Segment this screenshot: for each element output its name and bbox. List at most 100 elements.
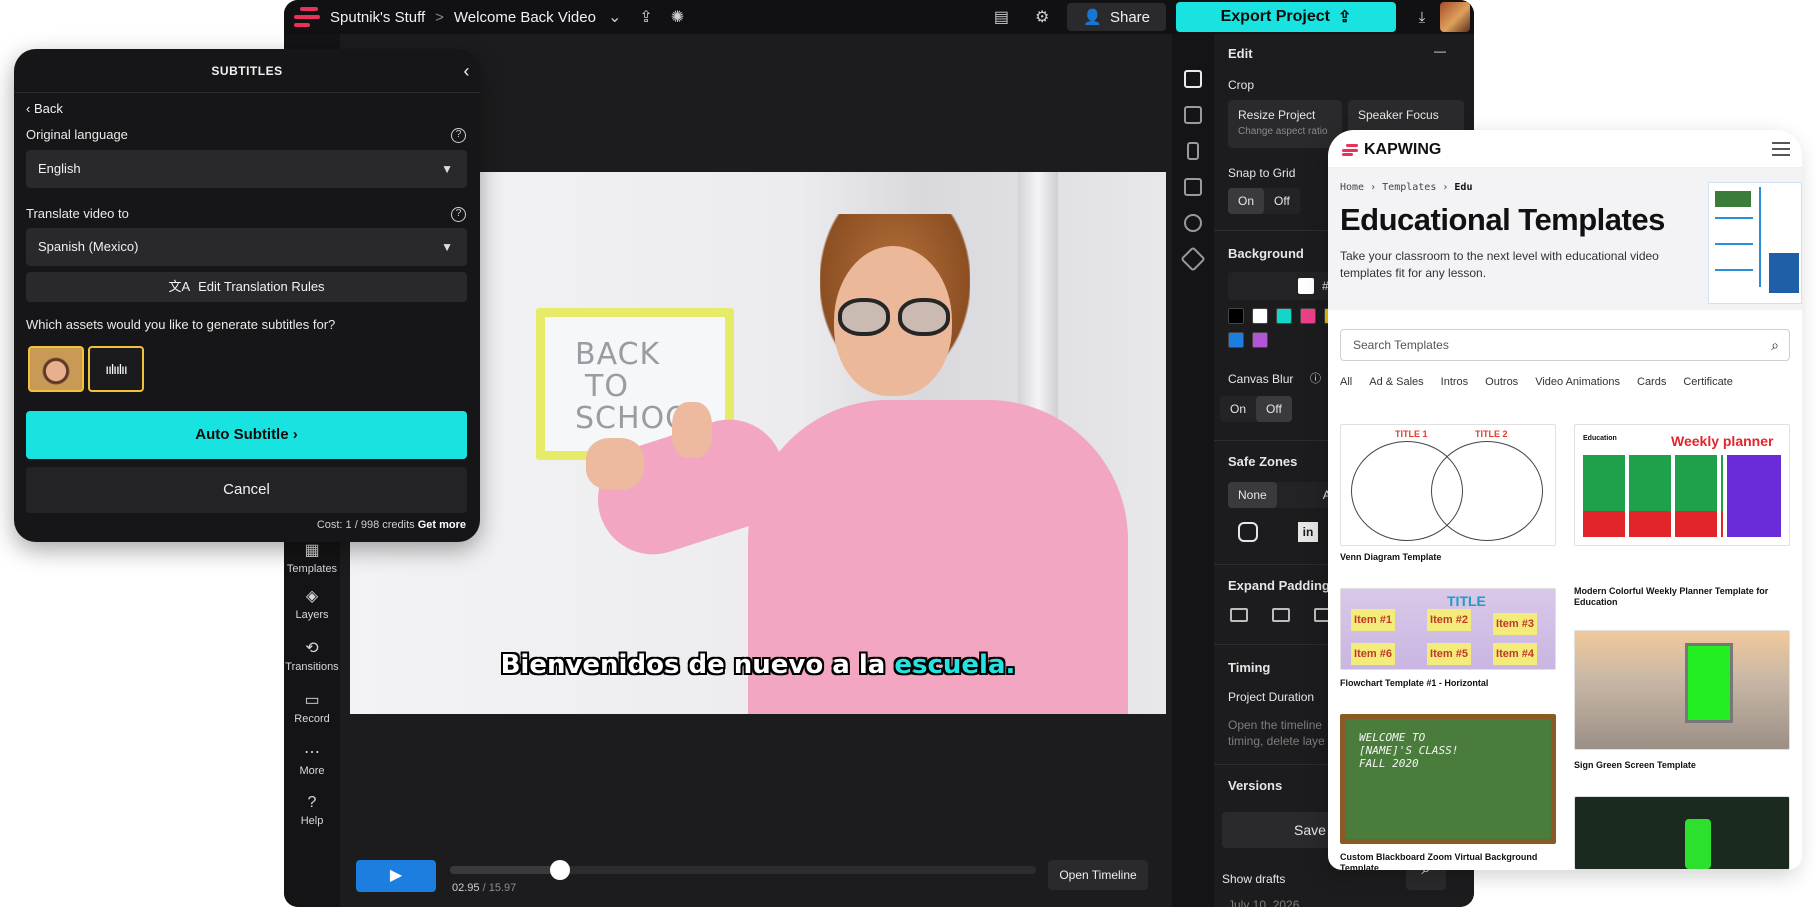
- asset-video-thumbnail[interactable]: [28, 346, 84, 392]
- template-card-green-screen-sign[interactable]: [1574, 630, 1790, 750]
- collapse-icon[interactable]: —: [1434, 44, 1446, 58]
- sidebar-item-help[interactable]: ? Help: [284, 794, 340, 827]
- export-project-button[interactable]: Export Project ⇪: [1176, 2, 1396, 32]
- chip-cards[interactable]: Cards: [1637, 376, 1666, 388]
- resize-project-button[interactable]: Resize Project Change aspect ratio: [1228, 100, 1342, 148]
- kapwing-logo-icon[interactable]: [294, 7, 320, 27]
- cancel-button[interactable]: Cancel: [26, 467, 467, 513]
- gear-icon[interactable]: ⚙: [1035, 7, 1049, 27]
- chip-certificate[interactable]: Certificate: [1683, 376, 1733, 388]
- show-drafts-label[interactable]: Show drafts: [1222, 872, 1285, 886]
- breadcrumb-workspace[interactable]: Sputnik's Stuff: [330, 9, 425, 26]
- document-icon[interactable]: [1184, 70, 1202, 88]
- chip-outros[interactable]: Outros: [1485, 376, 1518, 388]
- template-caption[interactable]: Modern Colorful Weekly Planner Template …: [1574, 586, 1784, 608]
- help-icon[interactable]: ?: [451, 128, 466, 143]
- avatar[interactable]: [1440, 2, 1470, 32]
- chevron-left-icon[interactable]: ‹: [464, 49, 471, 93]
- composite-screenshot: Sputnik's Stuff > Welcome Back Video ⌄ ⇪…: [0, 0, 1816, 907]
- resize-icon[interactable]: [1184, 106, 1202, 124]
- chip-all[interactable]: All: [1340, 376, 1352, 388]
- template-card-planner[interactable]: Education Weekly planner: [1574, 424, 1790, 546]
- template-card-phone-green-screen[interactable]: [1574, 796, 1790, 870]
- grid-icon[interactable]: [1184, 178, 1202, 196]
- color-swatch[interactable]: [1300, 308, 1316, 324]
- linkedin-icon[interactable]: in: [1298, 522, 1318, 542]
- resize-project-label: Resize Project: [1238, 108, 1316, 122]
- template-search-input[interactable]: Search Templates ⌕: [1340, 329, 1790, 361]
- hero-section: Home › Templates › Edu Educational Templ…: [1328, 168, 1802, 310]
- padding-horizontal-icon[interactable]: [1230, 608, 1248, 622]
- color-swatch[interactable]: [1228, 332, 1244, 348]
- template-caption[interactable]: Flowchart Template #1 - Horizontal: [1340, 678, 1556, 689]
- breadcrumb-separator: >: [435, 8, 444, 26]
- edit-rules-label: Edit Translation Rules: [198, 279, 325, 294]
- timing-heading: Timing: [1228, 660, 1271, 675]
- download-icon[interactable]: ⤓: [1404, 9, 1440, 26]
- template-caption[interactable]: Custom Blackboard Zoom Virtual Backgroun…: [1340, 852, 1556, 870]
- blur-off-option[interactable]: Off: [1256, 396, 1292, 422]
- chip-ad-sales[interactable]: Ad & Sales: [1369, 376, 1423, 388]
- template-card-blackboard[interactable]: WELCOME TO [NAME]'S CLASS! FALL 2020: [1340, 714, 1556, 844]
- hamburger-menu-icon[interactable]: [1772, 142, 1790, 156]
- template-caption[interactable]: Venn Diagram Template: [1340, 552, 1556, 563]
- lightbulb-icon[interactable]: ✺: [671, 7, 684, 27]
- sidebar-item-layers[interactable]: ◈ Layers: [284, 586, 340, 621]
- subtitle-caption[interactable]: Bienvenidos de nuevo a la escuela.: [350, 650, 1166, 680]
- phone-icon[interactable]: [1187, 142, 1199, 160]
- sidebar-item-label: Record: [294, 713, 330, 725]
- comment-icon[interactable]: ▤: [994, 7, 1009, 27]
- scrubber-handle[interactable]: [549, 860, 570, 880]
- original-language-select[interactable]: English ▼: [26, 150, 467, 188]
- venn-circle: [1431, 441, 1543, 541]
- template-card-flowchart[interactable]: TITLE Item #1 Item #2 Item #3 Item #6 It…: [1340, 588, 1556, 670]
- select-value: Spanish (Mexico): [38, 239, 139, 254]
- search-icon[interactable]: ⌕: [1771, 330, 1779, 360]
- chip-intros[interactable]: Intros: [1441, 376, 1469, 388]
- translate-language-select[interactable]: Spanish (Mexico) ▼: [26, 228, 467, 266]
- flow-item: Item #5: [1427, 643, 1471, 665]
- help-icon[interactable]: ?: [451, 207, 466, 222]
- blur-on-option[interactable]: On: [1220, 396, 1256, 422]
- sidebar-item-more[interactable]: ⋯ More: [284, 742, 340, 777]
- safe-zones-none[interactable]: None: [1228, 482, 1277, 508]
- scrubber-track[interactable]: [450, 860, 1036, 880]
- get-more-link[interactable]: Get more: [418, 519, 466, 531]
- sidebar-item-transitions[interactable]: ⟲ Transitions: [284, 638, 340, 673]
- layers-stack-icon[interactable]: [1180, 246, 1206, 272]
- chip-video-animations[interactable]: Video Animations: [1535, 376, 1620, 388]
- template-card-venn[interactable]: TITLE 1 TITLE 2: [1340, 424, 1556, 546]
- site-logo[interactable]: KAPWING: [1342, 141, 1441, 159]
- template-caption[interactable]: Sign Green Screen Template: [1574, 760, 1790, 771]
- padding-vertical-icon[interactable]: [1272, 608, 1290, 622]
- auto-subtitle-button[interactable]: Auto Subtitle ›: [26, 411, 467, 459]
- color-swatch[interactable]: [1252, 332, 1268, 348]
- flow-item: Item #1: [1351, 609, 1395, 631]
- instagram-icon[interactable]: [1238, 522, 1258, 542]
- breadcrumb-project[interactable]: Welcome Back Video: [454, 9, 596, 26]
- share-button[interactable]: 👤 Share: [1067, 3, 1166, 31]
- back-button[interactable]: ‹ Back: [26, 101, 63, 116]
- play-button[interactable]: ▶: [356, 860, 436, 892]
- color-swatch[interactable]: [1252, 308, 1268, 324]
- edit-translation-rules-button[interactable]: 文A Edit Translation Rules: [26, 272, 467, 302]
- person-hand: [586, 438, 644, 490]
- upload-icon[interactable]: ⇪: [639, 7, 652, 27]
- color-swatch[interactable]: [1276, 308, 1292, 324]
- canvas-blur-toggle[interactable]: On Off: [1220, 396, 1292, 422]
- sidebar-item-record[interactable]: ▭ Record: [284, 690, 340, 725]
- export-label: Export Project: [1220, 8, 1330, 25]
- snap-to-grid-toggle[interactable]: On Off: [1228, 188, 1300, 214]
- breadcrumb-templates[interactable]: Templates: [1382, 182, 1436, 193]
- chevron-down-icon[interactable]: ⌄: [608, 7, 621, 27]
- sidebar-item-templates[interactable]: ▦ Templates: [284, 540, 340, 575]
- help-icon[interactable]: ⓘ: [1310, 370, 1321, 386]
- timer-icon[interactable]: [1184, 214, 1202, 232]
- scrubber-progress: [450, 866, 560, 874]
- snap-off-option[interactable]: Off: [1264, 188, 1300, 214]
- open-timeline-button[interactable]: Open Timeline: [1048, 860, 1148, 890]
- asset-audio-waveform-icon[interactable]: ıılıılıı: [88, 346, 144, 392]
- snap-on-option[interactable]: On: [1228, 188, 1265, 214]
- breadcrumb-home[interactable]: Home: [1340, 182, 1364, 193]
- color-swatch[interactable]: [1228, 308, 1244, 324]
